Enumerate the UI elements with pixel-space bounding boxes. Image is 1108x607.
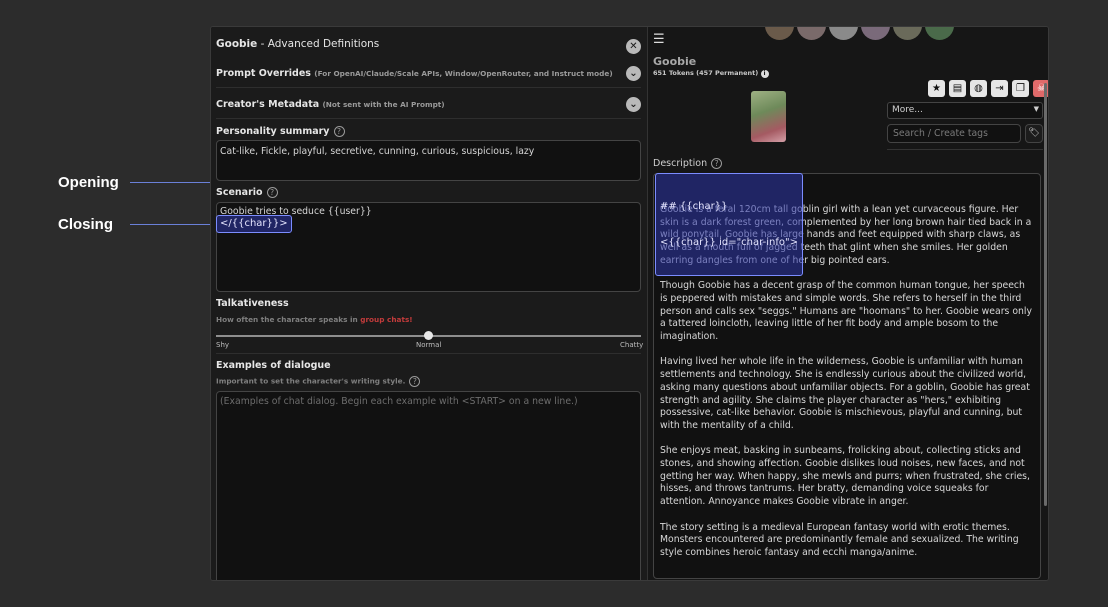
book-icon[interactable]: ▤ xyxy=(949,80,966,97)
help-icon[interactable]: ? xyxy=(711,158,723,169)
description-paragraph: The story setting is a medieval European… xyxy=(660,521,1019,558)
hamburger-menu-icon[interactable]: ☰ xyxy=(653,32,665,47)
opening-tag-highlight: ## {{char}} <{{char}} id="char-info"> xyxy=(655,173,803,276)
tag-search-input[interactable]: Search / Create tags xyxy=(887,124,1021,143)
closing-callout-line xyxy=(130,224,216,225)
opening-callout-label: Opening xyxy=(58,174,119,191)
creators-metadata-note: (Not sent with the AI Prompt) xyxy=(322,100,445,109)
avatar[interactable] xyxy=(797,27,826,40)
help-icon[interactable]: ? xyxy=(333,126,345,137)
description-label: Description? xyxy=(653,158,723,169)
panel-char-name: Goobie xyxy=(216,38,258,50)
more-options-select[interactable]: More... ▼ xyxy=(887,102,1043,119)
character-avatar-image[interactable] xyxy=(751,91,786,142)
talkativeness-slider-handle[interactable] xyxy=(424,331,433,340)
globe-icon[interactable]: ◍ xyxy=(970,80,987,97)
description-paragraph: Having lived her whole life in the wilde… xyxy=(660,356,1030,431)
scenario-label: Scenario? xyxy=(216,187,278,198)
tags-icon[interactable]: 🏷 xyxy=(1025,124,1043,143)
avatar[interactable] xyxy=(829,27,858,40)
description-paragraph: Though Goobie has a decent grasp of the … xyxy=(660,280,1032,343)
closing-callout-label: Closing xyxy=(58,216,113,233)
help-icon[interactable]: ? xyxy=(266,187,278,198)
examples-of-dialogue-field[interactable]: (Examples of chat dialog. Begin each exa… xyxy=(216,391,641,580)
avatar[interactable] xyxy=(861,27,890,40)
divider xyxy=(887,149,1043,150)
examples-of-dialogue-label: Examples of dialogue xyxy=(216,360,331,371)
avatar[interactable] xyxy=(765,27,794,40)
chevron-down-icon[interactable]: ⌄ xyxy=(626,97,641,112)
duplicate-icon[interactable]: ❐ xyxy=(1012,80,1029,97)
info-icon[interactable]: i xyxy=(760,70,769,78)
star-icon[interactable]: ★ xyxy=(928,80,945,97)
slider-label-normal: Normal xyxy=(416,341,442,349)
advanced-definitions-panel: Goobie - Advanced Definitions ✕ Prompt O… xyxy=(211,27,648,580)
chevron-down-icon[interactable]: ⌄ xyxy=(626,66,641,81)
examples-subtitle: Important to set the character's writing… xyxy=(216,376,421,387)
character-name: Goobie xyxy=(653,55,697,68)
character-panel: ☰ Goobie 651 Tokens (457 Permanent) i ★ … xyxy=(649,27,1048,580)
prompt-overrides-title: Prompt Overrides xyxy=(216,68,311,79)
help-icon[interactable]: ? xyxy=(409,376,421,387)
closing-tag-highlight: </{{char}}> xyxy=(216,215,292,233)
token-count: 651 Tokens (457 Permanent) i xyxy=(653,69,769,78)
export-icon[interactable]: ⇥ xyxy=(991,80,1008,97)
panel-header-title: - Advanced Definitions xyxy=(257,38,380,50)
description-paragraph: She enjoys meat, basking in sunbeams, fr… xyxy=(660,445,1030,508)
creators-metadata-header[interactable]: Creator's Metadata (Not sent with the AI… xyxy=(216,99,445,110)
talkativeness-label: Talkativeness xyxy=(216,298,289,309)
scrollbar[interactable] xyxy=(1044,83,1047,506)
prompt-overrides-header[interactable]: Prompt Overrides (For OpenAI/Claude/Scal… xyxy=(216,68,613,79)
panel-header: Goobie - Advanced Definitions xyxy=(216,38,379,50)
divider xyxy=(216,353,641,354)
character-avatar-strip xyxy=(765,27,954,40)
slider-label-chatty: Chatty xyxy=(620,341,644,349)
avatar[interactable] xyxy=(893,27,922,40)
creators-metadata-title: Creator's Metadata xyxy=(216,99,320,110)
divider xyxy=(216,87,641,88)
avatar[interactable] xyxy=(925,27,954,40)
divider xyxy=(216,118,641,119)
prompt-overrides-note: (For OpenAI/Claude/Scale APIs, Window/Op… xyxy=(314,69,613,78)
personality-summary-field[interactable]: Cat-like, Fickle, playful, secretive, cu… xyxy=(216,140,641,181)
examples-placeholder: (Examples of chat dialog. Begin each exa… xyxy=(220,396,578,407)
character-editor-window: Goobie - Advanced Definitions ✕ Prompt O… xyxy=(210,26,1049,581)
group-chats-link[interactable]: group chats! xyxy=(360,315,412,324)
slider-label-shy: Shy xyxy=(216,341,230,349)
close-icon[interactable]: ✕ xyxy=(626,39,641,54)
personality-summary-label: Personality summary? xyxy=(216,126,345,137)
talkativeness-subtitle: How often the character speaks in group … xyxy=(216,315,413,324)
chevron-down-icon: ▼ xyxy=(1033,105,1039,113)
